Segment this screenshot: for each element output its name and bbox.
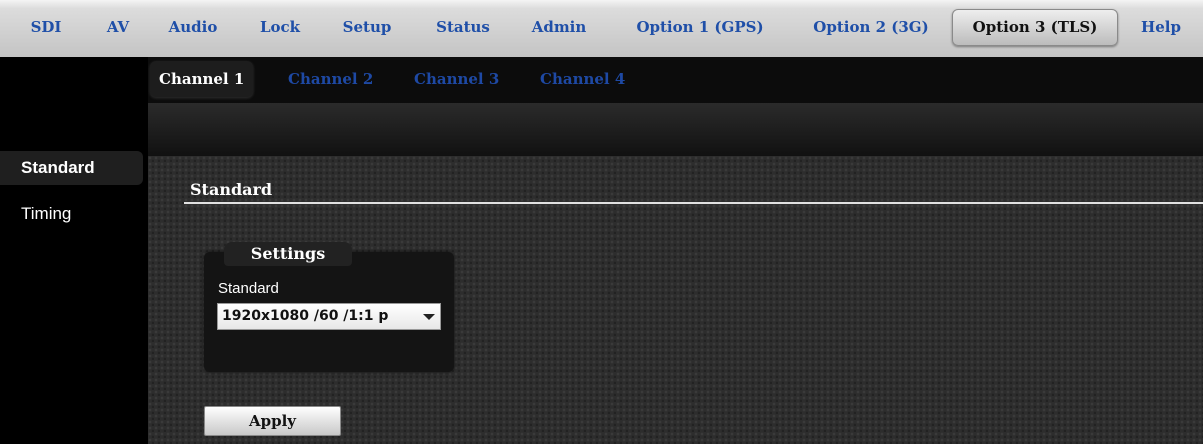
section-divider bbox=[184, 202, 1203, 204]
nav-audio[interactable]: Audio bbox=[164, 8, 222, 46]
nav-admin[interactable]: Admin bbox=[524, 8, 594, 46]
standard-field-label: Standard bbox=[218, 280, 279, 297]
standard-select-value: 1920x1080 /60 /1:1 p bbox=[222, 308, 389, 324]
nav-setup[interactable]: Setup bbox=[335, 8, 399, 46]
nav-status[interactable]: Status bbox=[425, 8, 501, 46]
tab-channel-1[interactable]: Channel 1 bbox=[150, 61, 254, 97]
apply-button[interactable]: Apply bbox=[204, 406, 341, 436]
nav-lock[interactable]: Lock bbox=[252, 8, 308, 46]
sidebar-item-standard[interactable]: Standard bbox=[0, 151, 143, 185]
nav-option-2-3g[interactable]: Option 2 (3G) bbox=[801, 8, 941, 46]
sidebar: Standard Timing bbox=[0, 57, 148, 444]
nav-option-3-tls[interactable]: Option 3 (TLS) bbox=[952, 9, 1118, 46]
nav-option-1-gps[interactable]: Option 1 (GPS) bbox=[620, 8, 780, 46]
nav-help[interactable]: Help bbox=[1136, 8, 1186, 46]
tab-channel-3[interactable]: Channel 3 bbox=[414, 61, 499, 97]
channel-tabs: Channel 1 Channel 2 Channel 3 Channel 4 bbox=[148, 57, 1203, 103]
sidebar-item-timing[interactable]: Timing bbox=[0, 197, 71, 231]
tab-channel-2[interactable]: Channel 2 bbox=[288, 61, 373, 97]
top-navigation-bar: SDI AV Audio Lock Setup Status Admin Opt… bbox=[0, 0, 1203, 58]
nav-sdi[interactable]: SDI bbox=[18, 8, 74, 46]
tab-channel-4[interactable]: Channel 4 bbox=[540, 61, 625, 97]
toolbar-strip bbox=[148, 103, 1203, 156]
settings-panel-title: Settings bbox=[224, 242, 352, 266]
nav-av[interactable]: AV bbox=[98, 8, 138, 46]
main-content: Standard Settings Standard 1920x1080 /60… bbox=[148, 156, 1203, 444]
standard-select[interactable]: 1920x1080 /60 /1:1 p bbox=[217, 303, 441, 330]
section-title: Standard bbox=[190, 180, 273, 199]
chevron-down-icon bbox=[423, 314, 435, 320]
